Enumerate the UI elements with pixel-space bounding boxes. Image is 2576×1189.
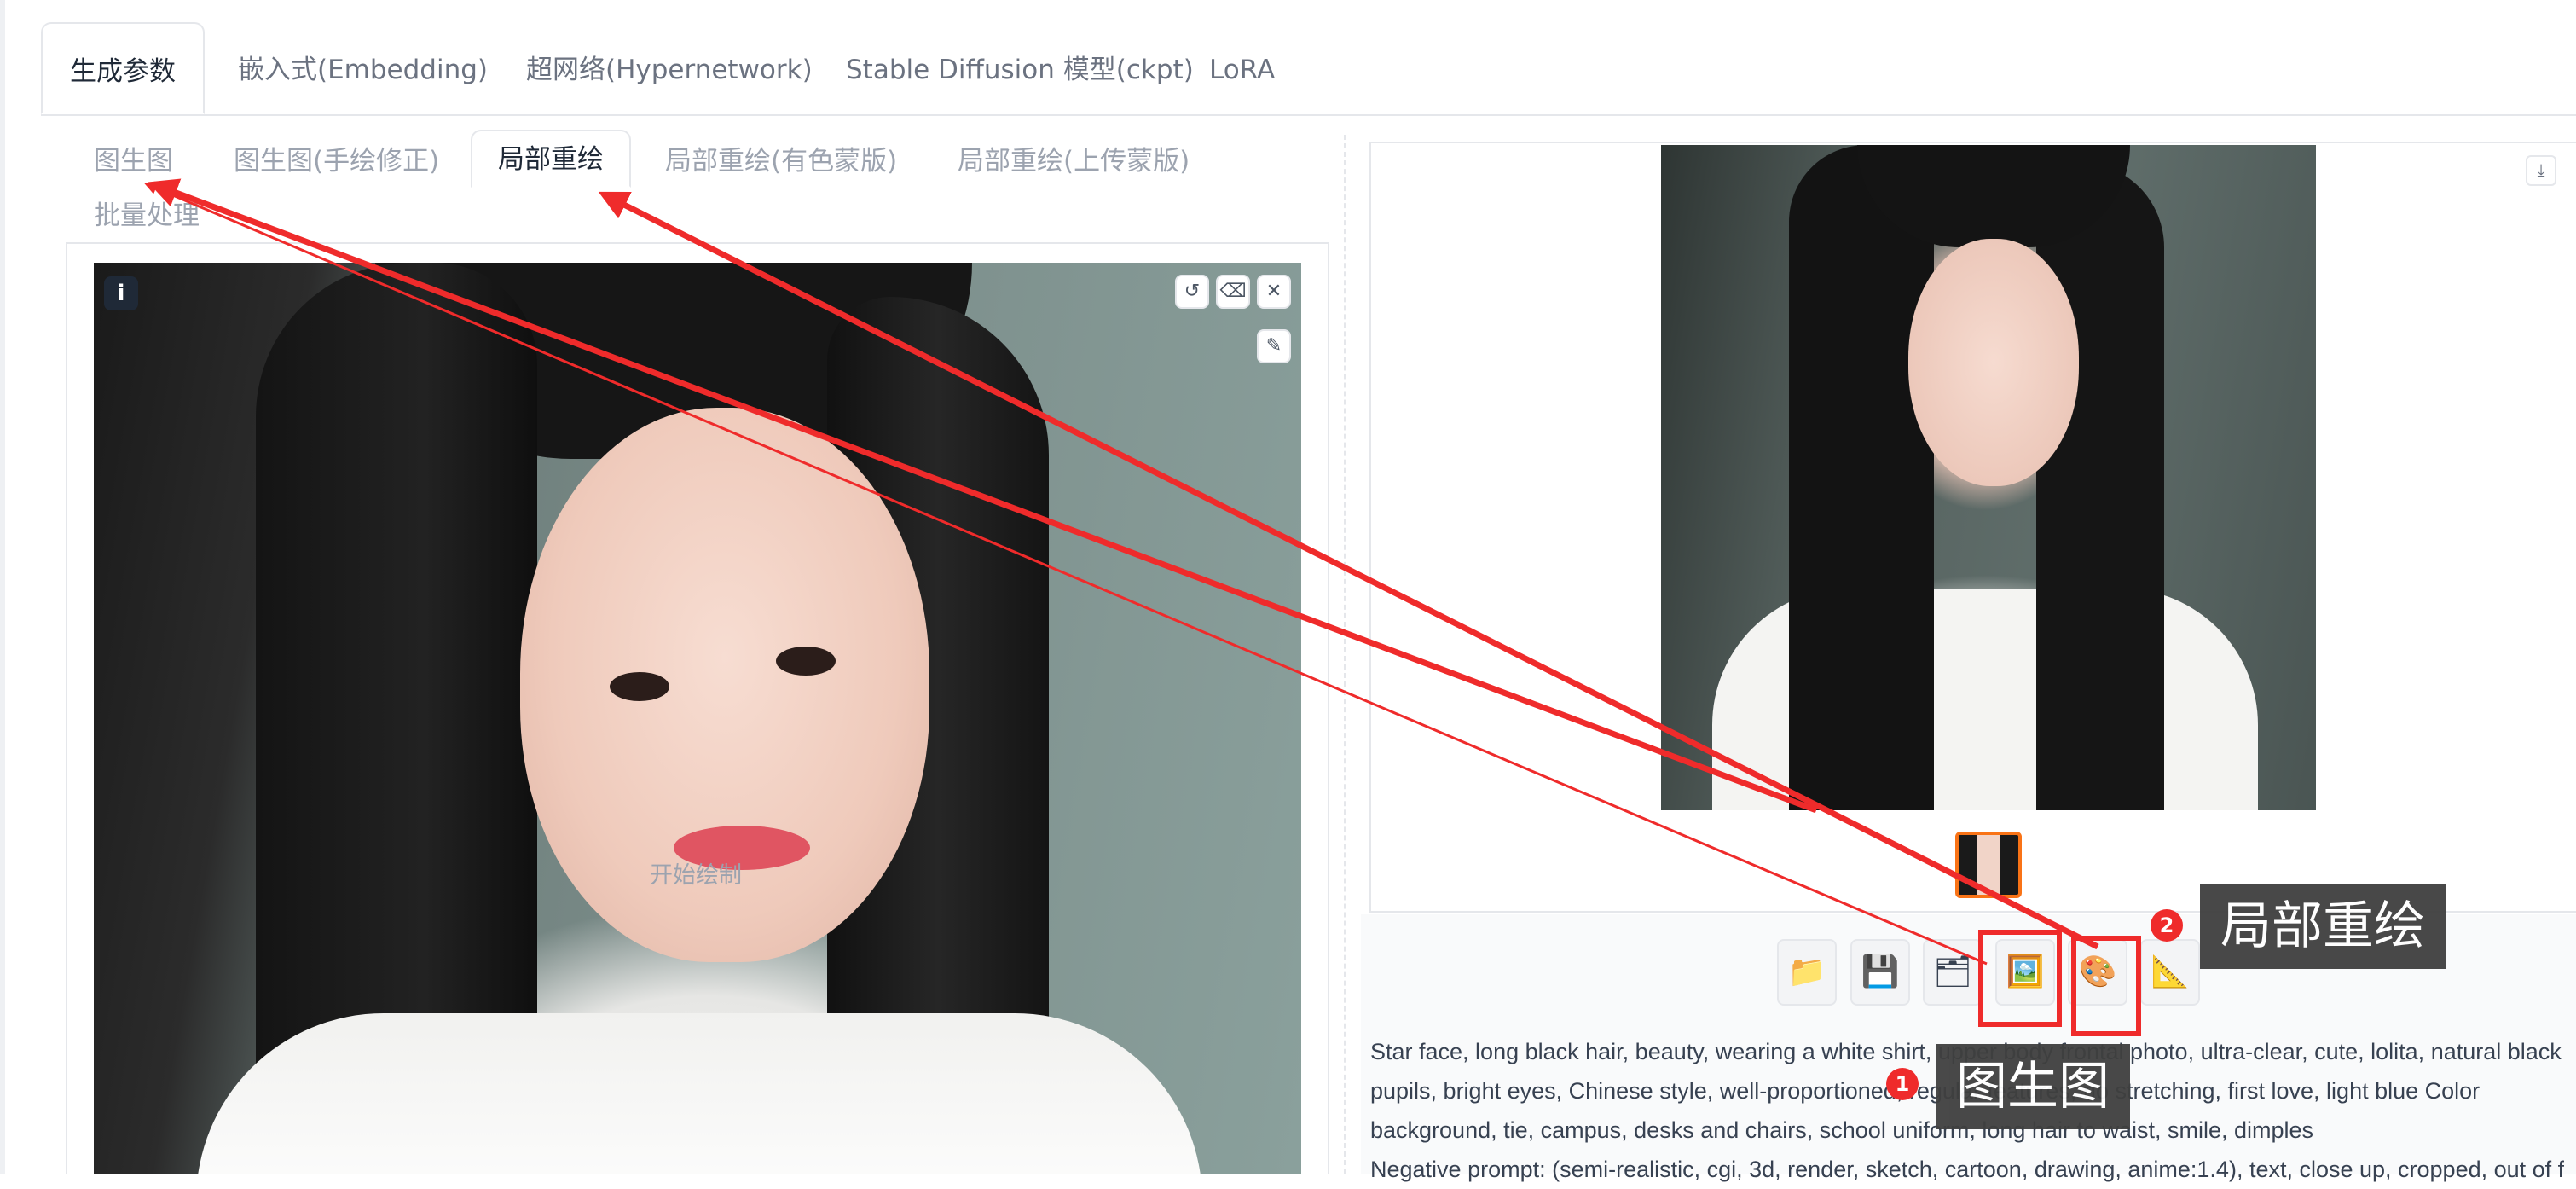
canvas-hint: 开始绘制 bbox=[650, 862, 742, 889]
canvas-shirt bbox=[196, 1013, 1202, 1174]
tab-checkpoint[interactable]: Stable Diffusion 模型(ckpt) bbox=[846, 22, 1194, 114]
inpaint-canvas[interactable] bbox=[94, 263, 1301, 1174]
subtab-sketch[interactable]: 图生图(手绘修正) bbox=[234, 135, 439, 186]
canvas-eye bbox=[610, 672, 669, 701]
canvas-eye bbox=[776, 647, 836, 676]
prompt-line: Negative prompt: (semi-realistic, cgi, 3… bbox=[1370, 1157, 2564, 1182]
zip-icon[interactable]: 🗂 bbox=[1923, 939, 1983, 1006]
close-icon[interactable]: ✕ bbox=[1257, 275, 1291, 309]
send-to-extras-icon[interactable]: 📐 bbox=[2140, 939, 2200, 1006]
output-hair bbox=[2036, 162, 2164, 810]
gallery-thumbnail[interactable] bbox=[1955, 832, 2022, 898]
callout-marker-2: 2 bbox=[2151, 909, 2183, 942]
tab-hypernetwork[interactable]: 超网络(Hypernetwork) bbox=[526, 22, 813, 114]
output-face bbox=[1908, 239, 2079, 486]
column-divider bbox=[1344, 135, 1347, 1174]
subtab-batch[interactable]: 批量处理 bbox=[94, 189, 200, 241]
subtab-inpaint[interactable]: 局部重绘 bbox=[471, 130, 631, 188]
info-icon[interactable]: i bbox=[104, 276, 138, 310]
highlight-inpaint bbox=[2071, 936, 2141, 1036]
callout-marker-1: 1 bbox=[1886, 1068, 1919, 1100]
subtab-img2img[interactable]: 图生图 bbox=[94, 135, 173, 186]
tab-generation-params[interactable]: 生成参数 bbox=[41, 22, 205, 114]
brush-icon[interactable]: ✎ bbox=[1257, 329, 1291, 363]
callout-inpaint: 局部重绘 bbox=[2200, 884, 2446, 969]
left-rule bbox=[0, 0, 5, 1174]
undo-icon[interactable]: ↺ bbox=[1175, 275, 1209, 309]
save-icon[interactable]: 💾 bbox=[1850, 939, 1910, 1006]
eraser-icon[interactable]: ⌫ bbox=[1216, 275, 1250, 309]
output-image[interactable] bbox=[1661, 145, 2316, 810]
download-icon[interactable]: ⤓ bbox=[2526, 155, 2556, 186]
top-tab-bar: 生成参数 嵌入式(Embedding) 超网络(Hypernetwork) St… bbox=[41, 22, 2576, 116]
highlight-img2img bbox=[1978, 930, 2062, 1027]
subtab-inpaint-sketch[interactable]: 局部重绘(有色蒙版) bbox=[665, 135, 897, 186]
callout-img2img: 图生图 bbox=[1936, 1044, 2130, 1129]
tab-embedding[interactable]: 嵌入式(Embedding) bbox=[238, 22, 488, 114]
output-hair bbox=[1789, 145, 1934, 810]
folder-icon[interactable]: 📁 bbox=[1777, 939, 1837, 1006]
subtab-inpaint-upload[interactable]: 局部重绘(上传蒙版) bbox=[958, 135, 1190, 186]
tab-lora[interactable]: LoRA bbox=[1209, 22, 1275, 114]
